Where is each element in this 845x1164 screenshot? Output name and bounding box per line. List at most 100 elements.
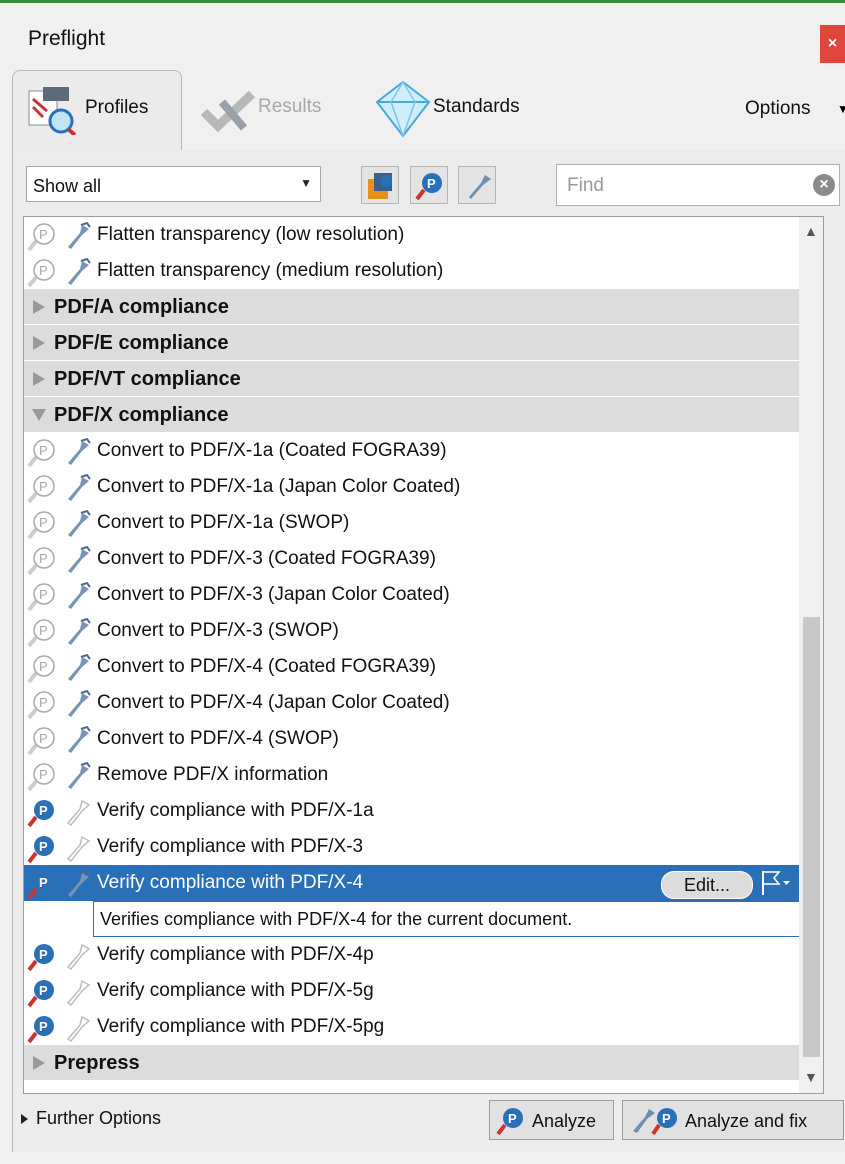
- standards-icon: [375, 80, 431, 143]
- list-item[interactable]: P Flatten transparency (medium resolution…: [24, 253, 799, 289]
- svg-text:P: P: [39, 623, 48, 638]
- list-item-label: Verify compliance with PDF/X-4p: [97, 944, 374, 965]
- svg-text:P: P: [39, 479, 48, 494]
- fixup-wrench-icon: [62, 797, 92, 832]
- list-item[interactable]: P Convert to PDF/X-4 (SWOP): [24, 721, 799, 757]
- list-item[interactable]: P Verify compliance with PDF/X-5pg: [24, 1009, 799, 1045]
- close-button[interactable]: ×: [820, 25, 845, 63]
- category-label: PDF/E compliance: [54, 332, 229, 354]
- list-item-label: Convert to PDF/X-4 (SWOP): [97, 728, 339, 749]
- svg-text:P: P: [427, 176, 436, 191]
- svg-text:P: P: [662, 1111, 671, 1126]
- favorites-toggle-button[interactable]: [361, 166, 399, 204]
- list-item[interactable]: P Convert to PDF/X-3 (Japan Color Coated): [24, 577, 799, 613]
- analyze-check-icon: P: [27, 582, 57, 617]
- svg-text:P: P: [39, 443, 48, 458]
- analyze-check-icon: P: [27, 222, 57, 257]
- clear-icon[interactable]: ×: [813, 174, 835, 196]
- fixup-wrench-icon: [62, 221, 92, 256]
- list-item[interactable]: P Convert to PDF/X-1a (SWOP): [24, 505, 799, 541]
- svg-text:P: P: [39, 983, 48, 998]
- scrollbar-thumb[interactable]: [803, 617, 820, 1057]
- collapsed-triangle-icon: [33, 336, 45, 350]
- list-item-label: Flatten transparency (medium resolution): [97, 260, 444, 281]
- tab-profiles-label: Profiles: [85, 97, 149, 118]
- category-header[interactable]: PDF/E compliance: [24, 325, 799, 361]
- category-header[interactable]: PDF/X compliance: [24, 397, 799, 433]
- svg-text:P: P: [39, 875, 48, 890]
- list-item-label: Convert to PDF/X-4 (Japan Color Coated): [97, 692, 450, 713]
- analyze-button[interactable]: P Analyze: [489, 1100, 614, 1140]
- list-item-label: Remove PDF/X information: [97, 764, 329, 785]
- category-header[interactable]: Prepress: [24, 1045, 799, 1081]
- list-item[interactable]: P Verify compliance with PDF/X-1a: [24, 793, 799, 829]
- list-item-label: Verify compliance with PDF/X-4: [97, 872, 364, 893]
- panel-footer: Further Options P Analyze P Analyze and …: [13, 1094, 845, 1152]
- further-options-toggle[interactable]: Further Options: [21, 1108, 161, 1129]
- list-item[interactable]: P Flatten transparency (low resolution): [24, 217, 799, 253]
- list-item[interactable]: P Remove PDF/X information: [24, 757, 799, 793]
- svg-text:P: P: [39, 731, 48, 746]
- list-item[interactable]: P Convert to PDF/X-4 (Coated FOGRA39): [24, 649, 799, 685]
- list-item[interactable]: P Verify compliance with PDF/X-4p: [24, 937, 799, 973]
- edit-button[interactable]: Edit...: [661, 871, 753, 899]
- analyze-profiles-icon: P: [415, 173, 442, 201]
- panel-title: Preflight: [28, 27, 106, 50]
- analyze-check-icon: P: [27, 978, 57, 1013]
- list-item[interactable]: P Convert to PDF/X-3 (Coated FOGRA39): [24, 541, 799, 577]
- scroll-down-icon[interactable]: ▼: [804, 1069, 818, 1085]
- svg-text:P: P: [39, 587, 48, 602]
- svg-text:P: P: [39, 695, 48, 710]
- list-item-label: Verify compliance with PDF/X-1a: [97, 800, 374, 821]
- fixup-profiles-toggle-button[interactable]: [458, 166, 496, 204]
- collapsed-triangle-icon: [33, 300, 45, 314]
- svg-text:P: P: [508, 1111, 517, 1126]
- list-item-label: Verify compliance with PDF/X-3: [97, 836, 364, 857]
- profiles-list: P Flatten transparency (low resolution) P F…: [23, 216, 824, 1094]
- analyze-profiles-toggle-button[interactable]: P: [410, 166, 448, 204]
- list-item[interactable]: P Convert to PDF/X-4 (Japan Color Coated): [24, 685, 799, 721]
- analyze-and-fix-button[interactable]: P Analyze and fix: [622, 1100, 844, 1140]
- fixup-profiles-icon: [469, 175, 491, 199]
- fixup-wrench-icon: [62, 1013, 92, 1048]
- analyze-check-icon: P: [27, 870, 57, 905]
- tab-standards[interactable]: Standards: [375, 70, 555, 150]
- list-item-label: Flatten transparency (low resolution): [97, 224, 405, 245]
- analyze-fix-icon: P: [633, 1108, 677, 1136]
- list-item[interactable]: P Verify compliance with PDF/X-3: [24, 829, 799, 865]
- list-item[interactable]: P Convert to PDF/X-3 (SWOP): [24, 613, 799, 649]
- svg-text:P: P: [39, 767, 48, 782]
- category-label: PDF/X compliance: [54, 404, 229, 426]
- list-item[interactable]: P Verify compliance with PDF/X-5g: [24, 973, 799, 1009]
- svg-text:P: P: [39, 227, 48, 242]
- fixup-wrench-icon: [62, 257, 92, 292]
- collapsed-triangle-icon: [33, 1056, 45, 1070]
- analyze-and-fix-label: Analyze and fix: [685, 1111, 808, 1131]
- fixup-wrench-icon: [62, 725, 92, 760]
- chevron-down-icon: ▼: [837, 102, 845, 116]
- find-input[interactable]: [565, 171, 799, 201]
- fixup-wrench-icon: [62, 977, 92, 1012]
- list-item[interactable]: P Convert to PDF/X-1a (Coated FOGRA39): [24, 433, 799, 469]
- svg-text:P: P: [39, 803, 48, 818]
- vertical-scrollbar[interactable]: ▲ ▼: [799, 217, 823, 1093]
- scroll-up-icon[interactable]: ▲: [804, 223, 818, 239]
- profiles-toolbar: Show all ▼ P ×: [13, 150, 845, 210]
- flag-icon[interactable]: [759, 869, 791, 897]
- list-item[interactable]: P Convert to PDF/X-1a (Japan Color Coated…: [24, 469, 799, 505]
- tab-results[interactable]: Results: [200, 70, 350, 150]
- collapsed-triangle-icon: [33, 372, 45, 386]
- svg-text:P: P: [39, 551, 48, 566]
- filter-dropdown[interactable]: Show all ▼: [26, 166, 321, 202]
- analyze-check-icon: P: [27, 618, 57, 653]
- filter-dropdown-value: Show all: [33, 176, 102, 196]
- tab-profiles[interactable]: Profiles: [12, 70, 182, 151]
- list-item-label: Convert to PDF/X-3 (SWOP): [97, 620, 339, 641]
- options-menu[interactable]: Options ▼: [745, 96, 845, 126]
- list-item-selected[interactable]: P Verify compliance with PDF/X-4 Edit...: [24, 865, 799, 901]
- category-header[interactable]: PDF/VT compliance: [24, 361, 799, 397]
- find-box[interactable]: ×: [556, 164, 840, 206]
- fixup-wrench-icon: [62, 869, 92, 904]
- category-header[interactable]: PDF/A compliance: [24, 289, 799, 325]
- further-options-label: Further Options: [36, 1108, 162, 1128]
